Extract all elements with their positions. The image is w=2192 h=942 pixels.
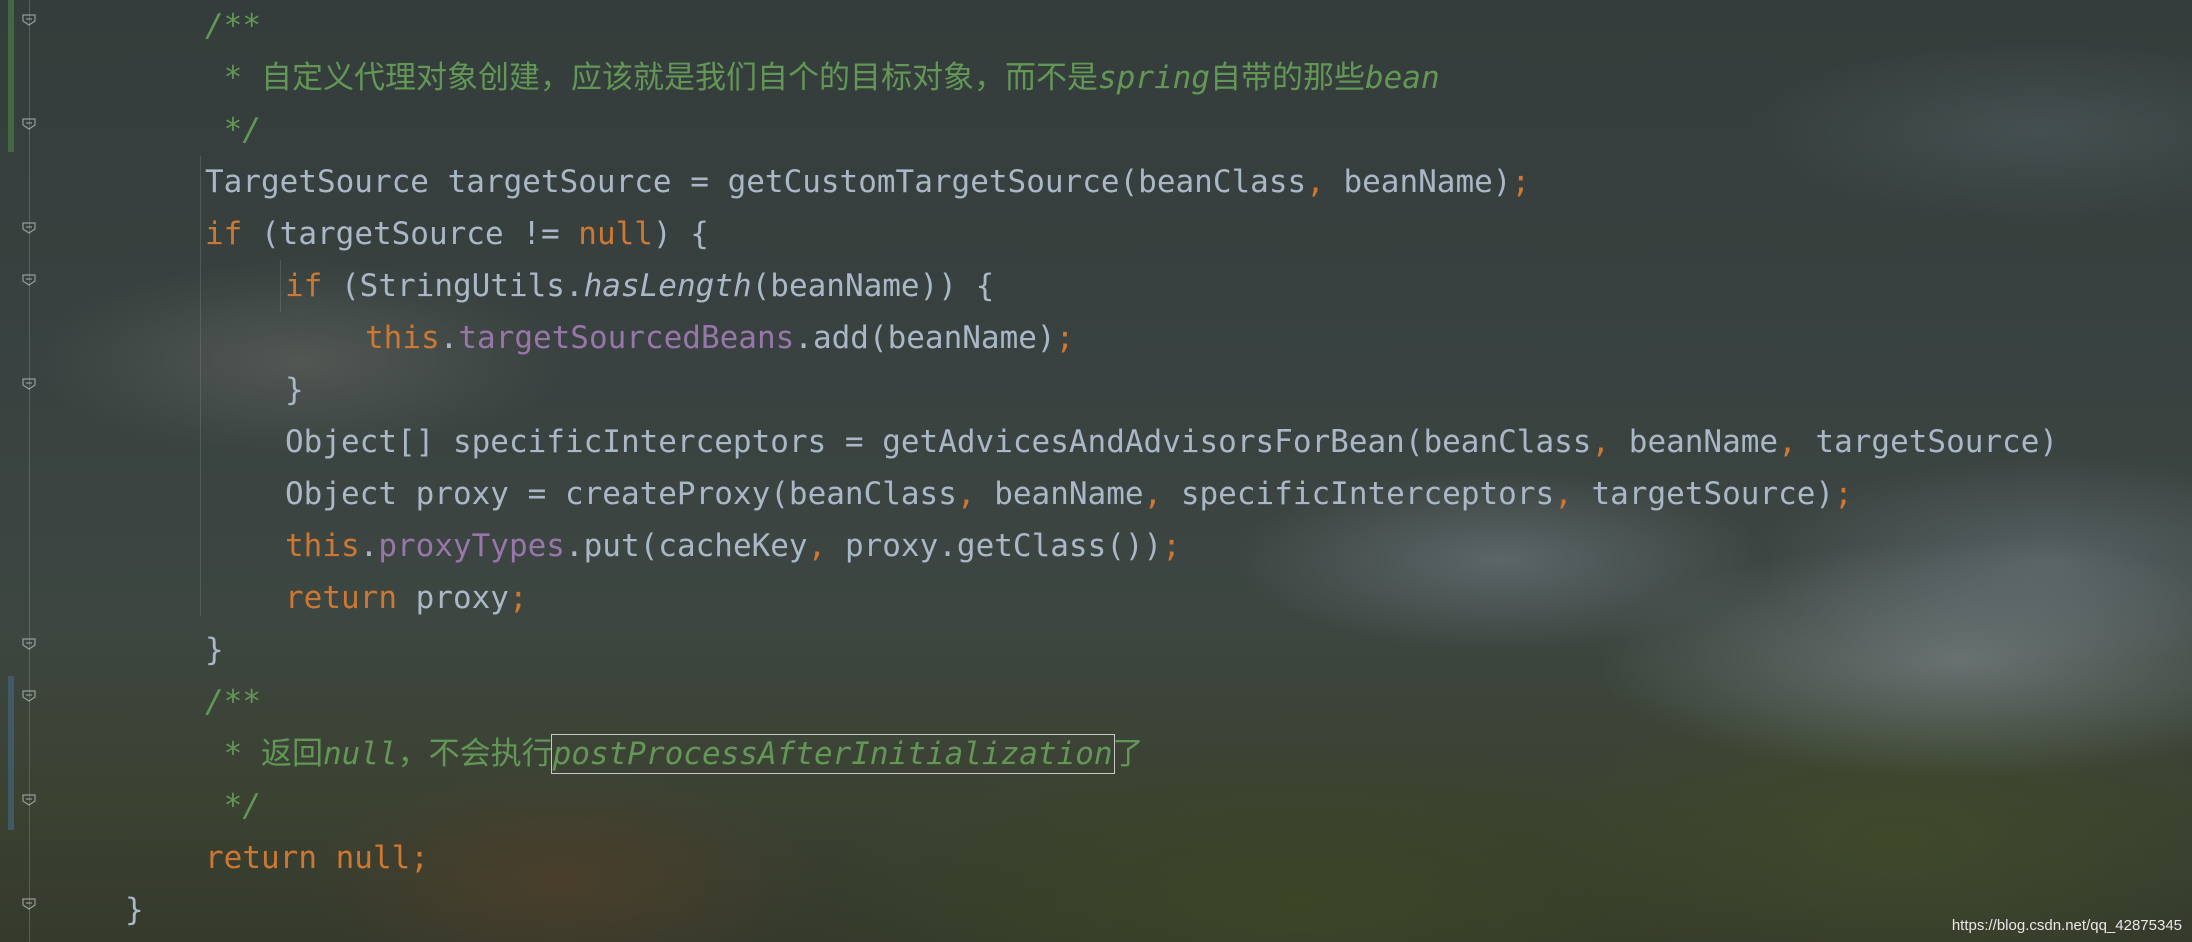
code-token: 自定义代理对象创建，应该就是我们自个的目标对象，而不是 — [261, 60, 1098, 96]
code-line[interactable]: this.targetSourcedBeans.add(beanName); — [365, 312, 1074, 364]
code-line[interactable]: */ — [205, 104, 261, 156]
code-token: Object[] specificInterceptors = getAdvic… — [285, 424, 1592, 460]
fold-marker-icon[interactable] — [22, 378, 36, 390]
code-line[interactable]: } — [285, 364, 304, 416]
code-line[interactable]: Object proxy = createProxy(beanClass, be… — [285, 468, 1853, 520]
code-token: return null; — [205, 840, 429, 876]
code-token: * — [205, 60, 261, 96]
code-line[interactable]: Object[] specificInterceptors = getAdvic… — [285, 416, 2058, 468]
code-token: proxy — [415, 580, 509, 616]
code-token: beanName — [1628, 424, 1779, 460]
code-token: 返回 — [261, 736, 323, 772]
code-token: bean — [1364, 60, 1440, 96]
code-token: Object proxy = createProxy(beanClass — [285, 476, 957, 512]
code-token: . — [359, 528, 379, 564]
code-token: hasLength — [583, 268, 752, 304]
change-marker-modified — [8, 676, 14, 830]
code-token: , — [1554, 476, 1592, 512]
code-line[interactable]: this.proxyTypes.put(cacheKey, proxy.getC… — [285, 520, 1181, 572]
code-token: /** — [205, 684, 261, 720]
code-token: (StringUtils. — [341, 268, 584, 304]
code-line[interactable]: * 自定义代理对象创建，应该就是我们自个的目标对象，而不是spring自带的那些… — [205, 52, 1440, 104]
code-token: . — [439, 320, 459, 356]
fold-marker-icon[interactable] — [22, 898, 36, 910]
code-token: ) { — [652, 216, 709, 252]
fold-marker-icon[interactable] — [22, 14, 36, 26]
code-token: if — [205, 216, 261, 252]
code-token: beanName — [994, 476, 1144, 512]
code-token: ; — [1511, 164, 1531, 200]
code-token: .add(beanName) — [794, 320, 1056, 356]
code-token: , — [956, 476, 995, 512]
code-token: , — [807, 528, 845, 564]
fold-marker-icon[interactable] — [22, 274, 36, 286]
code-token: * — [205, 736, 261, 772]
change-marker-added — [8, 0, 14, 152]
code-line[interactable]: return proxy; — [285, 572, 528, 624]
fold-marker-icon[interactable] — [22, 794, 36, 806]
code-token: } — [125, 892, 144, 928]
code-token: if — [285, 268, 341, 304]
code-token: 了 — [1112, 736, 1144, 772]
code-token: null — [323, 736, 398, 772]
code-token: this — [365, 320, 440, 356]
code-token: .put(cacheKey — [564, 528, 808, 564]
watermark: https://blog.csdn.net/qq_42875345 — [1951, 917, 2182, 934]
code-token: , — [1143, 476, 1181, 512]
code-token: */ — [205, 788, 261, 824]
code-token: , — [1778, 424, 1816, 460]
highlighted-token: postProcessAfterInitialization — [550, 734, 1115, 774]
code-line[interactable]: } — [125, 884, 144, 936]
code-token: ，不会执行 — [397, 736, 553, 772]
code-token: targetSource) — [1591, 476, 1835, 512]
code-token: targetSource) — [1815, 424, 2059, 460]
code-token: (targetSource != — [261, 216, 579, 252]
editor-gutter — [0, 0, 40, 942]
indent-guide — [200, 156, 201, 616]
fold-marker-icon[interactable] — [22, 118, 36, 130]
code-token: (beanName)) { — [751, 268, 995, 304]
code-token: */ — [205, 112, 261, 148]
code-token: targetSourcedBeans — [458, 320, 795, 356]
code-token: } — [205, 632, 224, 668]
code-token: null — [578, 216, 653, 252]
code-line[interactable]: return null; — [205, 832, 429, 884]
code-token: ; — [508, 580, 528, 616]
code-token: return — [285, 580, 416, 616]
code-token: ; — [1055, 320, 1075, 356]
code-line[interactable]: if (targetSource != null) { — [205, 208, 709, 260]
fold-marker-icon[interactable] — [22, 638, 36, 650]
code-token: beanName) — [1343, 164, 1512, 200]
code-token: specificInterceptors — [1180, 476, 1555, 512]
code-token: } — [285, 372, 304, 408]
code-line[interactable]: } — [205, 624, 224, 676]
code-token: /** — [205, 8, 261, 44]
code-token: TargetSource targetSource = getCustomTar… — [205, 164, 1307, 200]
code-line[interactable]: /** — [205, 676, 261, 728]
code-line[interactable]: * 返回null，不会执行postProcessAfterInitializat… — [205, 728, 1144, 780]
code-line[interactable]: /** — [205, 0, 261, 52]
code-line[interactable]: if (StringUtils.hasLength(beanName)) { — [285, 260, 994, 312]
code-token: 自带的那些 — [1209, 60, 1365, 96]
code-token: , — [1591, 424, 1629, 460]
code-token: ; — [1834, 476, 1853, 512]
code-token: , — [1306, 164, 1344, 200]
code-token: ; — [1162, 528, 1181, 564]
fold-marker-icon[interactable] — [22, 690, 36, 702]
fold-marker-icon[interactable] — [22, 222, 36, 234]
code-line[interactable]: */ — [205, 780, 261, 832]
code-token: spring — [1098, 60, 1210, 96]
indent-guide — [280, 260, 281, 312]
code-line[interactable]: TargetSource targetSource = getCustomTar… — [205, 156, 1530, 208]
code-token: proxy.getClass()) — [844, 528, 1163, 564]
code-token: this — [285, 528, 360, 564]
code-token: proxyTypes — [378, 528, 565, 564]
